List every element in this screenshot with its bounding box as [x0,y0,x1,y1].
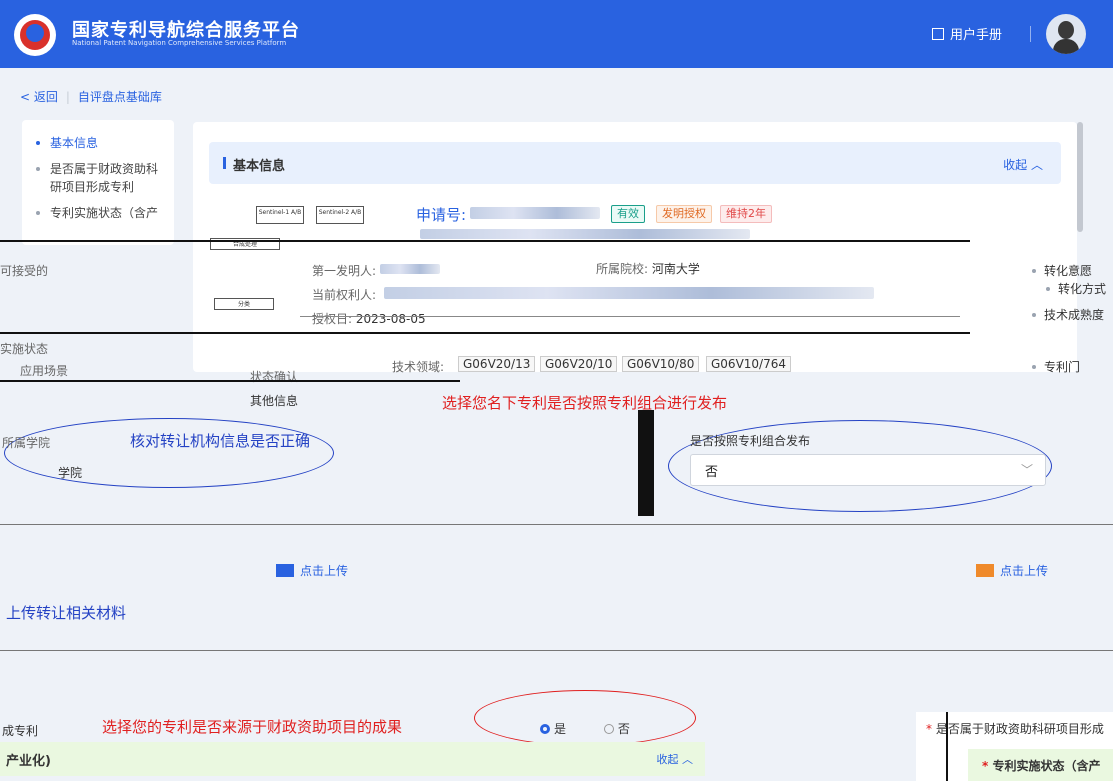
right-item-maturity: 技术成熟度 [1032,306,1104,323]
scrollbar[interactable] [1077,122,1083,232]
glitch-line [0,380,460,382]
nav-item-other-info[interactable]: 其他信息 [250,392,298,409]
radio-no[interactable]: 否 [603,722,630,736]
status-badge-grant: 发明授权 [656,205,712,223]
left-fragment: 应用场景 [20,364,69,378]
glitch-line [0,524,1113,525]
industrialization-title: 产业化) [6,754,51,769]
nav-item-funded[interactable]: 是否属于财政资助科研项目形成专利 [36,160,164,196]
ipc-tag: G06V20/13 [458,356,536,372]
redacted-inventor [380,264,440,274]
basic-info-title: 基本信息 [233,159,286,174]
collapse-button[interactable]: 收起 ︿ [657,751,694,767]
back-link[interactable]: < 返回 [20,90,58,104]
glitch-line [300,316,960,317]
portfolio-select[interactable]: 否 ﹀ [690,454,1046,486]
ipc-tag: G06V10/764 [706,356,791,372]
nav-item-basic-info[interactable]: 基本信息 [36,134,164,152]
file-icon [276,564,294,577]
header-divider [1030,26,1031,42]
annotation-upload: 上传转让相关材料 [6,604,127,622]
nav-item-implementation[interactable]: 专利实施状态（含产 [36,204,164,222]
glitch-block [638,410,654,516]
book-icon [932,28,944,40]
side-implementation-title: * 专利实施状态（含产 [968,749,1113,781]
tech-field-label: 技术领域: [392,360,445,374]
annotation-ellipse [474,690,696,746]
platform-logo[interactable] [14,14,56,56]
flow-box: Sentinel-1 A/B [256,206,304,224]
ipc-tag: G06V20/10 [540,356,618,372]
annotation-verify: 核对转让机构信息是否正确 [130,432,311,450]
grant-date-field: 授权日: 2023-08-05 [312,312,426,326]
flow-box: Sentinel-2 A/B [316,206,364,224]
platform-subtitle: National Patent Navigation Comprehensive… [72,39,287,47]
glitch-line [946,712,948,781]
portfolio-field-label: 是否按照专利组合发布 [690,434,811,448]
left-fragment: 实施状态 [0,342,49,356]
right-item-method: 转化方式 [1046,280,1106,297]
industrialization-section: 产业化) 收起 ︿ [0,742,705,776]
file-icon [976,564,994,577]
school-field: 所属院校: 河南大学 [596,262,700,276]
side-funded-title: * 是否属于财政资助科研项目形成 [926,722,1104,736]
agency-school: 学院 [58,466,83,480]
annotation-portfolio: 选择您名下专利是否按照专利组合进行发布 [442,394,728,412]
radio-yes[interactable]: 是 [540,722,566,736]
breadcrumb: < 返回 | 自评盘点基础库 [20,90,162,104]
basic-info-header: 基本信息 收起 ︿ [209,142,1061,184]
first-inventor-label: 第一发明人: [312,264,377,278]
upload-button[interactable]: 点击上传 [976,562,1048,579]
glitch-line [0,240,970,242]
funded-radio-group: 是 否 [540,720,630,737]
top-bar: 国家专利导航综合服务平台 National Patent Navigation … [0,0,1113,68]
redacted-title [420,229,750,239]
rights-holder-label: 当前权利人: [312,288,377,302]
right-item-patent: 专利门 [1032,358,1080,375]
annotation-funded: 选择您的专利是否来源于财政资助项目的成果 [102,718,403,736]
chevron-down-icon: ﹀ [1020,463,1033,477]
avatar[interactable] [1046,14,1086,54]
annotation-ellipse [4,418,334,488]
redacted-rights-holder [384,287,874,299]
agency-label: 所属学院 [2,436,51,450]
breadcrumb-current[interactable]: 自评盘点基础库 [78,90,162,104]
glitch-line [0,650,1113,651]
status-badge-maintained: 维持2年 [720,205,772,223]
application-number-label: 申请号: [416,206,467,224]
status-badge-valid: 有效 [611,205,645,223]
glitch-line [0,332,970,334]
user-manual-link[interactable]: 用户手册 [932,24,1002,43]
status-confirm-label: 状态确认 [250,370,299,384]
right-item-willingness: 转化意愿 [1032,262,1092,279]
left-fragment: 可接受的 [0,264,49,278]
collapse-button[interactable]: 收起 ︿ [1003,156,1043,173]
section-nav: 基本信息 是否属于财政资助科研项目形成专利 专利实施状态（含产 [22,120,174,245]
redacted-application-number [470,207,600,219]
funded-question: 成专利 [2,724,39,738]
flow-box: 分类 [214,298,274,310]
upload-button[interactable]: 点击上传 [276,562,348,579]
ipc-tag: G06V10/80 [622,356,700,372]
